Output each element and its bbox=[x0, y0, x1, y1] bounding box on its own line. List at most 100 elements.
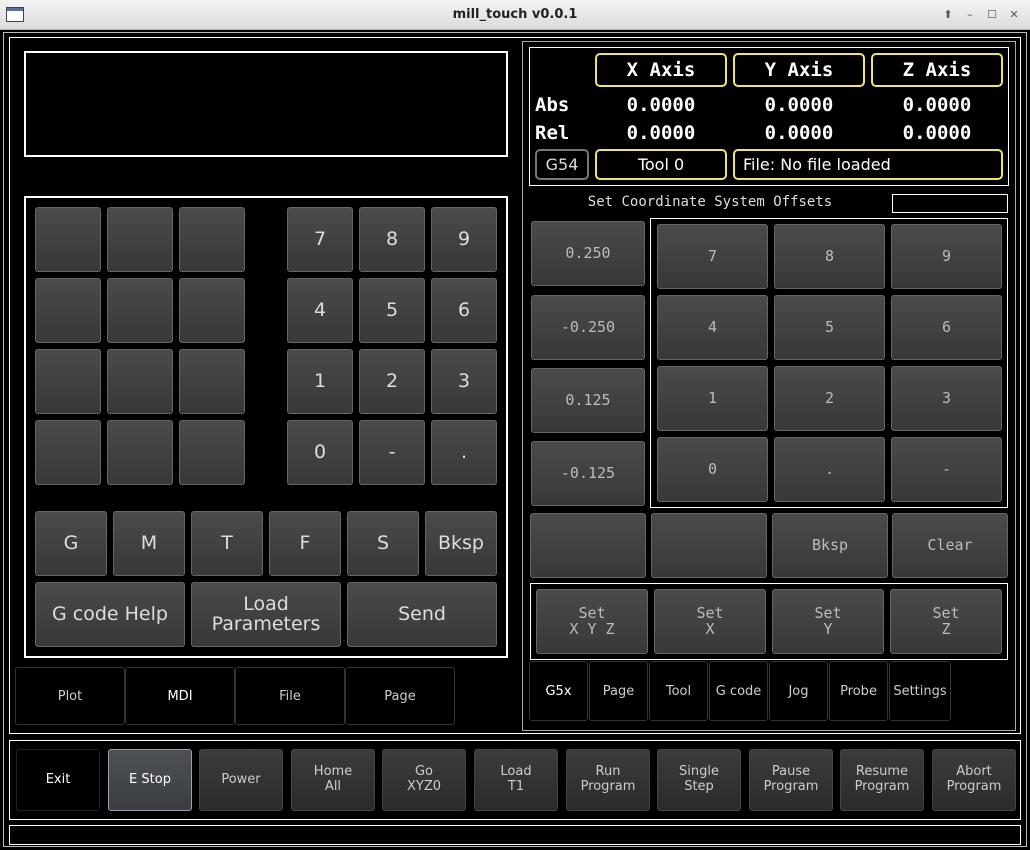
offset-numpad-key[interactable]: 3 bbox=[891, 366, 1002, 431]
tab-probe[interactable]: Probe bbox=[829, 661, 888, 721]
offset-numpad-key[interactable]: 5 bbox=[774, 295, 885, 360]
offset-numpad-key[interactable]: 7 bbox=[657, 224, 768, 289]
set-z-button[interactable]: Set Z bbox=[890, 589, 1002, 654]
mdi-blank-key[interactable] bbox=[179, 420, 245, 485]
mdi-letter-key[interactable]: F bbox=[269, 511, 341, 576]
mdi-letter-key[interactable]: Bksp bbox=[425, 511, 497, 576]
tab-settings[interactable]: Settings bbox=[889, 661, 951, 721]
dro-value-rel-z: 0.0000 bbox=[902, 122, 972, 144]
send-button[interactable]: Send bbox=[347, 582, 497, 647]
offset-numpad-key[interactable]: . bbox=[774, 437, 885, 502]
go-xyz0-button[interactable]: Go XYZ0 bbox=[382, 749, 466, 811]
load-t1-button[interactable]: Load T1 bbox=[474, 749, 558, 811]
offset-clear-button[interactable]: Clear bbox=[892, 513, 1008, 578]
exit-button[interactable]: Exit bbox=[16, 749, 100, 811]
run-program-button[interactable]: Run Program bbox=[566, 749, 650, 811]
offset-bksp-button[interactable]: Bksp bbox=[772, 513, 888, 578]
axis-header-z: Z Axis bbox=[871, 53, 1003, 87]
mdi-blank-key[interactable] bbox=[35, 420, 101, 485]
tab-plot[interactable]: Plot bbox=[15, 667, 125, 725]
offset-numpad-key[interactable]: - bbox=[891, 437, 1002, 502]
mdi-letter-key[interactable]: T bbox=[191, 511, 263, 576]
gcode-help-button[interactable]: G code Help bbox=[35, 582, 185, 647]
offset-entry-field[interactable] bbox=[892, 194, 1008, 213]
dro-value-rel-y: 0.0000 bbox=[764, 122, 834, 144]
mdi-letter-key[interactable]: S bbox=[347, 511, 419, 576]
up-arrow-icon[interactable]: ⬆ bbox=[940, 7, 956, 23]
mdi-numpad-key[interactable]: 3 bbox=[431, 349, 497, 414]
tab-g-code[interactable]: G code bbox=[709, 661, 768, 721]
mdi-numpad-key[interactable]: 7 bbox=[287, 207, 353, 272]
tab-page[interactable]: Page bbox=[589, 661, 648, 721]
increment-button[interactable]: -0.125 bbox=[531, 441, 645, 506]
offset-numpad-key[interactable]: 0 bbox=[657, 437, 768, 502]
tab-file[interactable]: File bbox=[235, 667, 345, 725]
mdi-numpad-key[interactable]: 2 bbox=[359, 349, 425, 414]
dro-value-abs-x: 0.0000 bbox=[626, 94, 696, 116]
mdi-blank-key[interactable] bbox=[179, 278, 245, 343]
mdi-numpad-key[interactable]: 0 bbox=[287, 420, 353, 485]
dro-row-label: Rel bbox=[535, 122, 570, 144]
mdi-blank-key[interactable] bbox=[107, 420, 173, 485]
set-xyz-button[interactable]: Set X Y Z bbox=[536, 589, 648, 654]
offsets-title: Set Coordinate System Offsets bbox=[587, 194, 833, 210]
load-parameters-button[interactable]: Load Parameters bbox=[191, 582, 341, 647]
tab-page[interactable]: Page bbox=[345, 667, 455, 725]
set-x-button[interactable]: Set X bbox=[654, 589, 766, 654]
offset-numpad-key[interactable]: 9 bbox=[891, 224, 1002, 289]
mdi-blank-key[interactable] bbox=[179, 349, 245, 414]
mdi-display bbox=[24, 51, 508, 157]
mdi-numpad-key[interactable]: - bbox=[359, 420, 425, 485]
power-button[interactable]: Power bbox=[199, 749, 283, 811]
mdi-blank-key[interactable] bbox=[107, 207, 173, 272]
pause-program-button[interactable]: Pause Program bbox=[749, 749, 833, 811]
dro-row-label: Abs bbox=[535, 94, 570, 116]
mdi-numpad-key[interactable]: 9 bbox=[431, 207, 497, 272]
tab-tool[interactable]: Tool bbox=[649, 661, 708, 721]
offset-numpad-key[interactable]: 1 bbox=[657, 366, 768, 431]
tab-mdi[interactable]: MDI bbox=[125, 667, 235, 725]
increment-button[interactable]: -0.250 bbox=[531, 295, 645, 360]
mdi-numpad-key[interactable]: . bbox=[431, 420, 497, 485]
mdi-numpad-key[interactable]: 4 bbox=[287, 278, 353, 343]
offset-blank-key[interactable] bbox=[651, 513, 767, 578]
mdi-blank-key[interactable] bbox=[107, 349, 173, 414]
mdi-blank-key[interactable] bbox=[107, 278, 173, 343]
mdi-numpad-key[interactable]: 1 bbox=[287, 349, 353, 414]
abort-program-button[interactable]: Abort Program bbox=[932, 749, 1016, 811]
e-stop-button[interactable]: E Stop bbox=[108, 749, 192, 811]
tab-jog[interactable]: Jog bbox=[769, 661, 828, 721]
offset-numpad-key[interactable]: 6 bbox=[891, 295, 1002, 360]
mdi-numpad-key[interactable]: 6 bbox=[431, 278, 497, 343]
resume-program-button[interactable]: Resume Program bbox=[840, 749, 924, 811]
mdi-letter-key[interactable]: M bbox=[113, 511, 185, 576]
increment-button[interactable]: 0.250 bbox=[531, 221, 645, 286]
file-indicator: File: No file loaded bbox=[733, 149, 1003, 180]
coord-system-indicator[interactable]: G54 bbox=[535, 149, 589, 180]
dro-value-abs-z: 0.0000 bbox=[902, 94, 972, 116]
dro-value-rel-x: 0.0000 bbox=[626, 122, 696, 144]
offset-numpad-key[interactable]: 2 bbox=[774, 366, 885, 431]
single-step-button[interactable]: Single Step bbox=[657, 749, 741, 811]
window-title: mill_touch v0.0.1 bbox=[452, 7, 578, 22]
mdi-numpad-key[interactable]: 8 bbox=[359, 207, 425, 272]
offset-numpad-key[interactable]: 8 bbox=[774, 224, 885, 289]
mdi-blank-key[interactable] bbox=[35, 207, 101, 272]
offset-numpad-key[interactable]: 4 bbox=[657, 295, 768, 360]
close-icon[interactable]: ✕ bbox=[1006, 7, 1022, 23]
mdi-blank-key[interactable] bbox=[35, 349, 101, 414]
axis-header-y: Y Axis bbox=[733, 53, 865, 87]
increment-button[interactable]: 0.125 bbox=[531, 368, 645, 433]
mdi-letter-key[interactable]: G bbox=[35, 511, 107, 576]
set-y-button[interactable]: Set Y bbox=[772, 589, 884, 654]
maximize-icon[interactable]: ☐ bbox=[984, 7, 1000, 23]
mdi-numpad-key[interactable]: 5 bbox=[359, 278, 425, 343]
mdi-blank-key[interactable] bbox=[179, 207, 245, 272]
home-all-button[interactable]: Home All bbox=[291, 749, 375, 811]
axis-header-x: X Axis bbox=[595, 53, 727, 87]
offset-blank-key[interactable] bbox=[530, 513, 646, 578]
mdi-blank-key[interactable] bbox=[35, 278, 101, 343]
dro-value-abs-y: 0.0000 bbox=[764, 94, 834, 116]
tab-g5x[interactable]: G5x bbox=[529, 661, 588, 721]
minimize-icon[interactable]: – bbox=[962, 7, 978, 23]
